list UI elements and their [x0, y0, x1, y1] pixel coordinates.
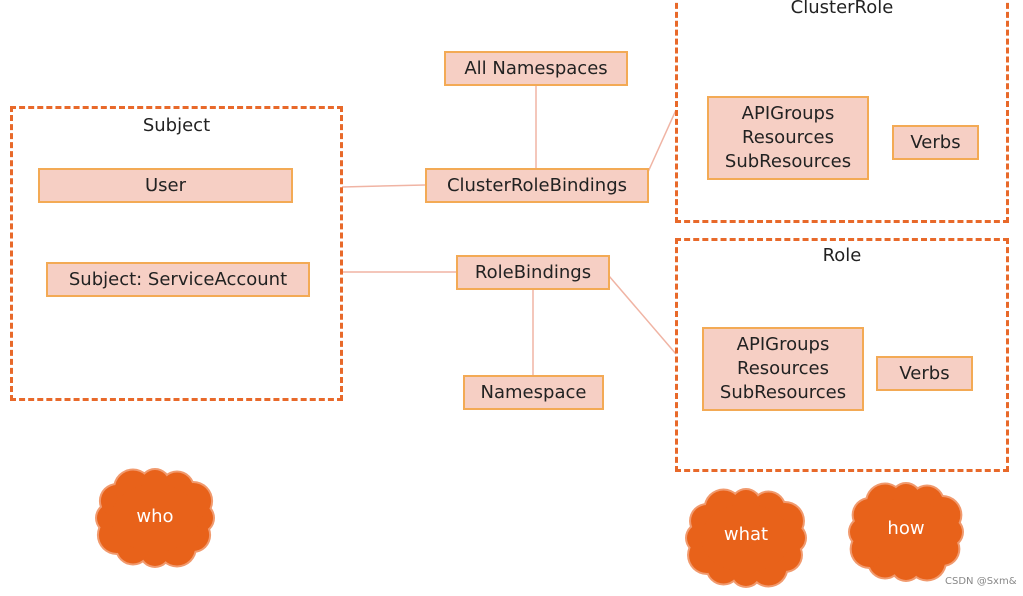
resource-subresources: SubResources [719, 382, 847, 403]
connector-crb-clusterrole [647, 109, 677, 173]
cloud-who: who [95, 468, 215, 568]
all-namespaces-box: All Namespaces [444, 51, 628, 86]
role-bindings-box: RoleBindings [456, 255, 610, 290]
role-resources-box: APIGroups Resources SubResources [702, 327, 864, 411]
cluster-role-title: ClusterRole [790, 0, 894, 18]
resource-resources: Resources [737, 358, 829, 379]
role-title: Role [822, 245, 862, 266]
cluster-role-verbs-box: Verbs [892, 125, 979, 160]
cluster-role-resources-box: APIGroups Resources SubResources [707, 96, 869, 180]
resource-apigroups: APIGroups [741, 103, 835, 124]
role-verbs-box: Verbs [876, 356, 973, 391]
resource-resources: Resources [742, 127, 834, 148]
subject-title: Subject [142, 115, 211, 136]
resource-subresources: SubResources [724, 151, 852, 172]
cloud-how-label: how [887, 518, 925, 539]
service-account-box: Subject: ServiceAccount [46, 262, 310, 297]
cloud-what-label: what [723, 524, 769, 545]
resource-apigroups: APIGroups [736, 334, 830, 355]
connector-rb-role [608, 275, 677, 355]
watermark: CSDN @Sxm& [945, 576, 1017, 587]
cloud-what: what [685, 488, 807, 588]
namespace-box: Namespace [463, 375, 604, 410]
cluster-role-bindings-box: ClusterRoleBindings [425, 168, 649, 203]
subject-group: Subject [10, 106, 343, 401]
cloud-who-label: who [136, 506, 174, 527]
cloud-how: how [848, 482, 964, 582]
user-box: User [38, 168, 293, 203]
connector-user-crb [341, 184, 426, 188]
